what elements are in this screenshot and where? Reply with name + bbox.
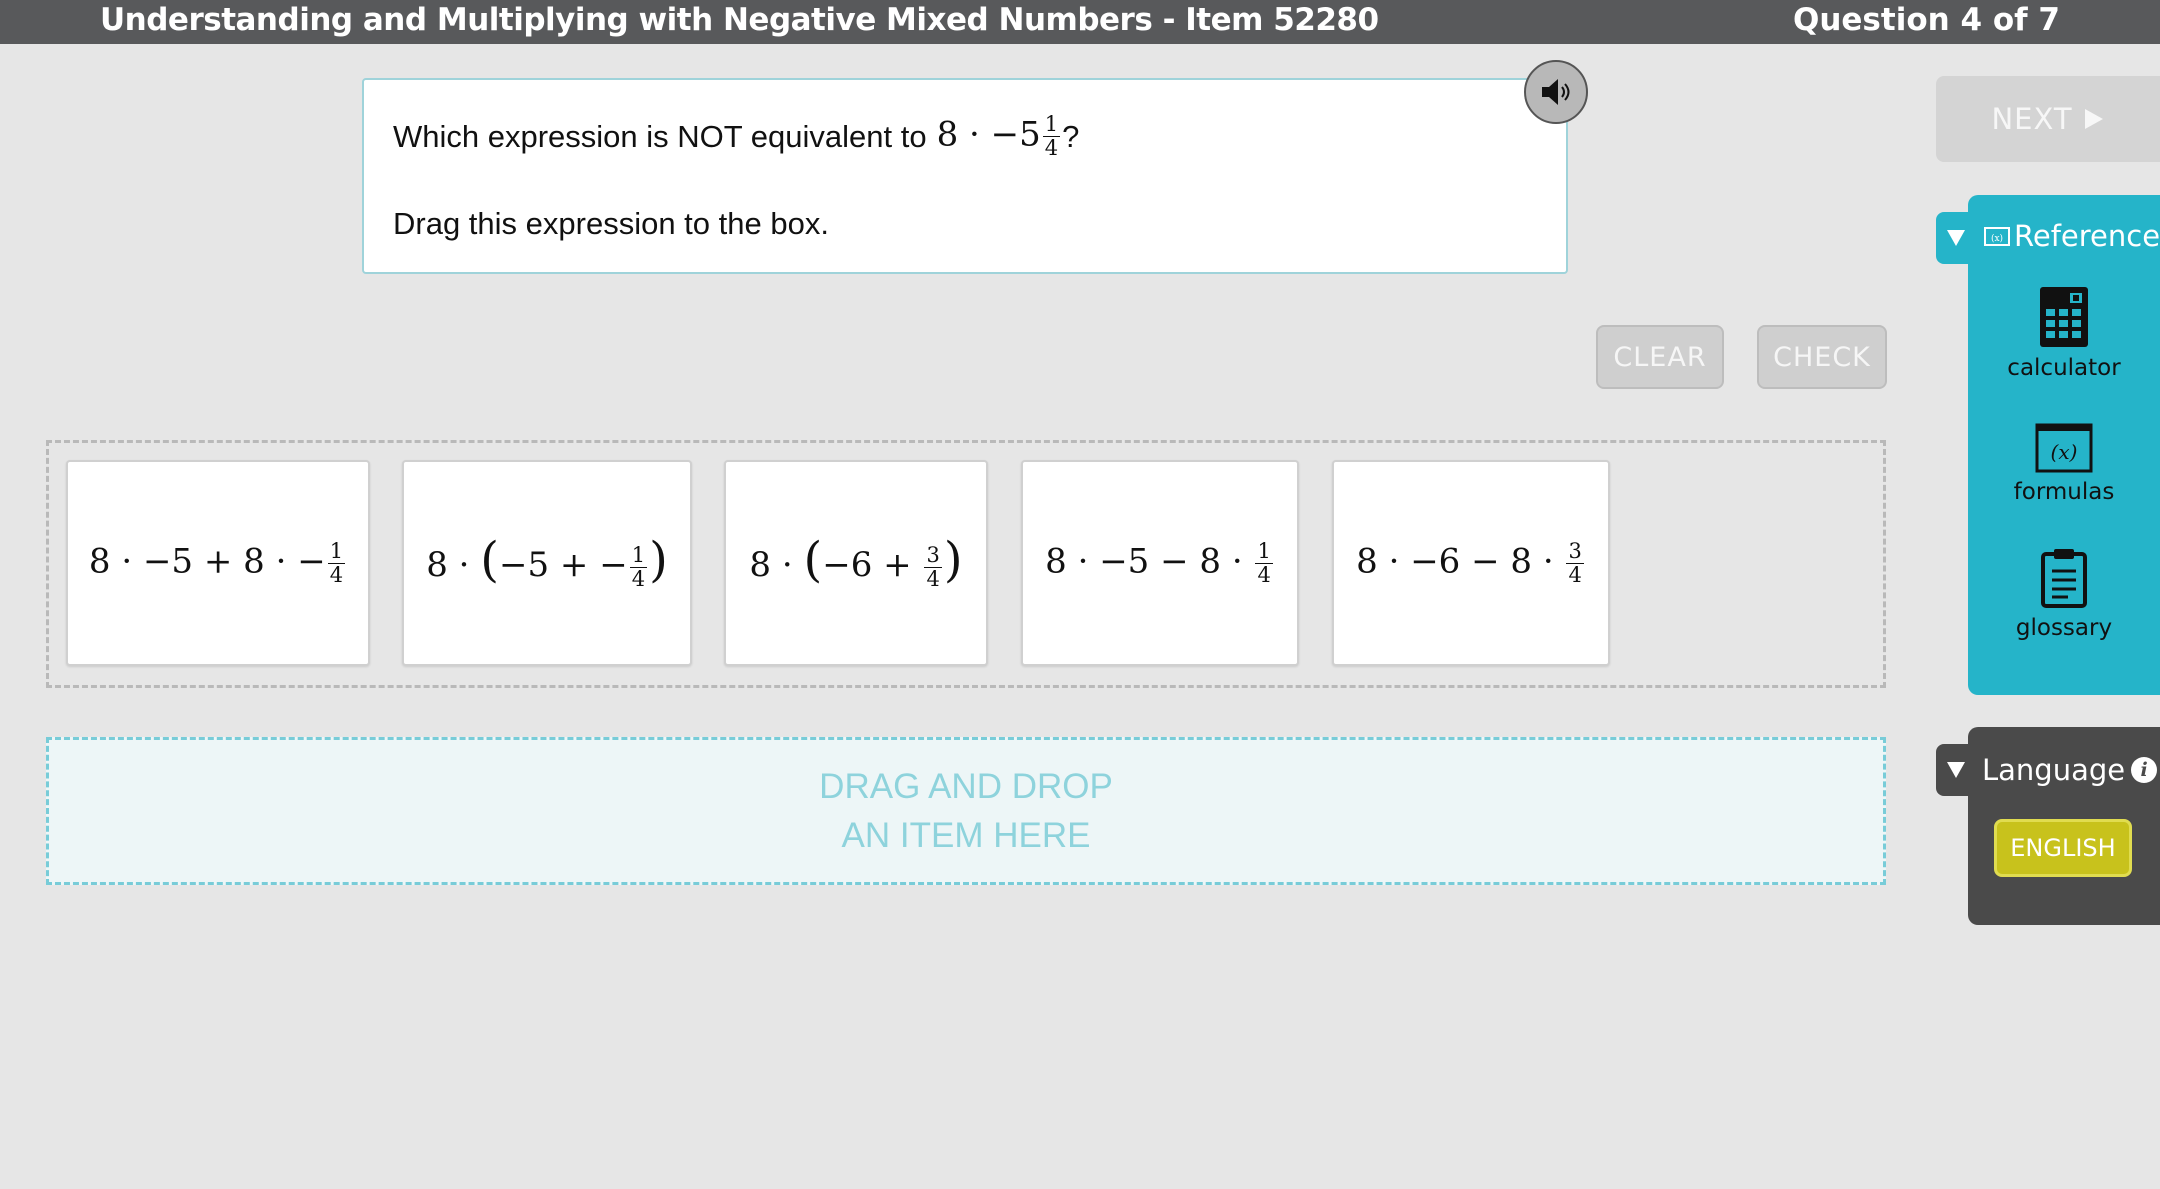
drop-zone-line1: DRAG AND DROP <box>819 767 1113 806</box>
answer-tile[interactable]: 8 · −5 + 8 · −1 4 <box>66 460 370 666</box>
question-instruction: Drag this expression to the box. <box>393 206 829 241</box>
answer-tile[interactable]: 8 · (−6 + 3 4) <box>724 460 988 666</box>
formulas-icon: (x) <box>2035 423 2093 473</box>
tile-expression: 8 · −6 − 8 · 34 <box>1356 538 1584 587</box>
next-label: NEXT <box>1991 102 2073 136</box>
question-mark: ? <box>1062 118 1080 154</box>
english-button[interactable]: ENGLISH <box>1994 819 2132 877</box>
reference-header: (x) Reference <box>1984 219 2160 253</box>
glossary-icon <box>2041 549 2087 608</box>
question-counter: Question 4 of 7 <box>1792 2 2060 38</box>
answer-tile[interactable]: 8 · (−5 + −1 4) <box>402 460 692 666</box>
triangle-down-icon <box>1947 762 1965 778</box>
glossary-label: glossary <box>2015 615 2113 641</box>
reference-item-calculator[interactable]: calculator <box>1968 285 2160 381</box>
check-button[interactable]: CHECK <box>1757 325 1887 389</box>
tile-expression: 8 · −5 + 8 · −1 4 <box>88 538 346 587</box>
formulas-label: formulas <box>2013 479 2115 505</box>
reference-icon: (x) <box>1984 227 2010 246</box>
question-prompt: Which expression is NOT equivalent to 8 … <box>393 114 1079 159</box>
svg-text:(x): (x) <box>2051 440 2078 464</box>
drop-zone-line2: AN ITEM HERE <box>841 816 1091 855</box>
info-icon[interactable]: i <box>2131 757 2158 783</box>
reference-title: Reference <box>2014 219 2160 253</box>
answer-tile[interactable]: 8 · −5 − 8 · 14 <box>1021 460 1299 666</box>
tile-expression: 8 · (−6 + 3 4) <box>749 532 963 591</box>
question-expression: 8 · −5 1 4 <box>936 112 1061 160</box>
tile-expression: 8 · −5 − 8 · 14 <box>1045 538 1273 587</box>
drop-zone[interactable]: DRAG AND DROP AN ITEM HERE <box>46 737 1886 885</box>
language-panel: Language i ENGLISH <box>1968 727 2160 925</box>
tile-expression: 8 · (−5 + −1 4) <box>426 532 668 591</box>
speaker-icon <box>1542 79 1570 105</box>
calculator-label: calculator <box>2007 355 2121 381</box>
top-bar: Understanding and Multiplying with Negat… <box>0 0 2160 44</box>
calculator-icon <box>2040 287 2088 347</box>
question-card: Which expression is NOT equivalent to 8 … <box>362 78 1568 274</box>
clear-button[interactable]: CLEAR <box>1596 325 1724 389</box>
triangle-down-icon <box>1947 230 1965 246</box>
audio-button[interactable] <box>1524 60 1588 124</box>
svg-text:(x): (x) <box>1991 233 2003 244</box>
answer-tile[interactable]: 8 · −6 − 8 · 34 <box>1332 460 1610 666</box>
language-header: Language i <box>1982 753 2158 787</box>
reference-item-formulas[interactable]: (x) formulas <box>1968 423 2160 505</box>
language-title: Language <box>1982 753 2126 787</box>
question-prompt-text: Which expression is NOT equivalent to <box>393 118 927 154</box>
reference-panel: (x) Reference calculator (x) formulas gl… <box>1968 195 2160 695</box>
item-title: Understanding and Multiplying with Negat… <box>100 2 1379 38</box>
next-button[interactable]: NEXT <box>1936 76 2160 162</box>
reference-item-glossary[interactable]: glossary <box>1968 547 2160 641</box>
play-arrow-icon <box>2084 109 2103 129</box>
